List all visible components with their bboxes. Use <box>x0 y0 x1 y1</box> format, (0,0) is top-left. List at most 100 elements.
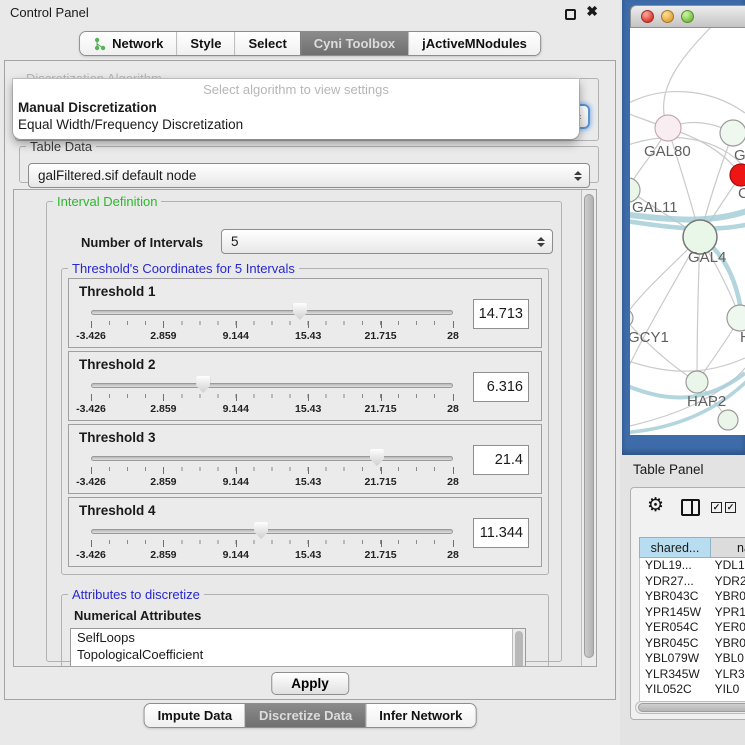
stepper-icon <box>537 237 545 247</box>
label-partial-h: H <box>740 329 745 346</box>
float-icon[interactable] <box>565 9 576 20</box>
node-partial-h[interactable] <box>727 305 745 331</box>
slider-thumb[interactable] <box>254 522 268 539</box>
table-row[interactable]: YLR345WYLR3 <box>640 667 745 683</box>
table-row[interactable]: YDR27...YDR2 <box>640 574 745 590</box>
table-body: YDL19...YDL1YDR27...YDR2YBR043CYBR0YPR14… <box>639 558 745 701</box>
slider-track[interactable] <box>91 310 453 315</box>
attributes-scrollbar[interactable] <box>512 629 525 667</box>
split-view-icon[interactable] <box>681 499 700 516</box>
slider-track[interactable] <box>91 529 453 534</box>
table-cell: YER054C <box>640 620 712 636</box>
tab-label: Infer Network <box>379 708 462 723</box>
threshold-value-field[interactable]: 14.713 <box>473 299 529 329</box>
node-partial-top[interactable] <box>720 120 745 146</box>
node-hap2[interactable] <box>686 371 708 393</box>
table-cell: YER0 <box>712 620 745 636</box>
table-cell: YPR145W <box>640 605 712 621</box>
column-header-name[interactable]: name <box>711 537 745 558</box>
tab-discretize-data[interactable]: Discretize Data <box>245 704 365 727</box>
slider-thumb[interactable] <box>293 303 307 320</box>
table-cell: YBL0 <box>712 651 745 667</box>
slider-track[interactable] <box>91 456 453 461</box>
interval-definition-title: Interval Definition <box>53 194 161 209</box>
bottom-tab-bar: Impute DataDiscretize Data Infer Network <box>144 703 477 728</box>
dropdown-option-manual[interactable]: Manual Discretization <box>13 99 579 116</box>
checkbox-icon[interactable]: ✓ <box>711 502 722 513</box>
scrollbar-thumb[interactable] <box>584 194 594 658</box>
threshold-panel: Threshold 1 -3.4262.8599.14415.4321.7152… <box>68 278 542 348</box>
node-selected-red[interactable] <box>730 164 745 186</box>
attribute-list-item[interactable]: TopologicalCoefficient <box>71 646 525 663</box>
table-cell: YIL0 <box>712 682 745 698</box>
table-row[interactable]: YPR145WYPR1 <box>640 605 745 621</box>
gear-icon[interactable]: ⚙ <box>647 496 664 515</box>
node-gcy1[interactable] <box>630 309 633 327</box>
close-traffic-light-icon[interactable] <box>641 10 654 23</box>
dropdown-option-equal-width[interactable]: Equal Width/Frequency Discretization <box>13 116 579 133</box>
panel-title: Control Panel <box>10 5 89 20</box>
table-row[interactable]: YBR043CYBR0 <box>640 589 745 605</box>
tab-infer-network[interactable]: Infer Network <box>365 704 475 727</box>
tab-cyni-toolbox[interactable]: Cyni Toolbox <box>300 32 408 55</box>
table-row[interactable]: YIL052CYIL0 <box>640 682 745 698</box>
threshold-value-field[interactable]: 11.344 <box>473 518 529 548</box>
vertical-scrollbar[interactable] <box>581 190 596 666</box>
label-gal80: GAL80 <box>644 143 691 160</box>
minimize-traffic-light-icon[interactable] <box>661 10 674 23</box>
scrollbar-thumb[interactable] <box>515 631 523 667</box>
checkbox-icon[interactable]: ✓ <box>725 502 736 513</box>
algorithm-dropdown-popup: Select algorithm to view settings Manual… <box>13 79 579 139</box>
threshold-panel: Threshold 4 -3.4262.8599.14415.4321.7152… <box>68 497 542 567</box>
numerical-attributes-label: Numerical Attributes <box>74 608 201 623</box>
scrollbar-thumb[interactable] <box>638 703 745 712</box>
table-panel-title: Table Panel <box>633 462 704 477</box>
apply-button[interactable]: Apply <box>271 672 349 695</box>
attribute-list-item[interactable]: SelfLoops <box>71 629 525 646</box>
table-row[interactable]: YBR045CYBR0 <box>640 636 745 652</box>
tab-impute-data[interactable]: Impute Data <box>145 704 245 727</box>
label-gcy1: GCY1 <box>630 329 669 346</box>
slider-ticks <box>91 540 453 548</box>
screenshot-root: Control Panel ✖ Network StyleSelectCyni T… <box>0 0 745 745</box>
tab-network[interactable]: Network <box>80 32 176 55</box>
network-window-titlebar[interactable] <box>630 5 745 28</box>
node-partial-bottom[interactable] <box>718 410 738 430</box>
table-panel: ⚙ ✓ ✓ shared... name YDL19...YDL1YDR27..… <box>630 487 745 720</box>
table-row[interactable]: YDL19...YDL1 <box>640 558 745 574</box>
thresholds-group-title: Threshold's Coordinates for 5 Intervals <box>68 261 299 276</box>
network-canvas[interactable]: GAL80 GA C GAL11 GAL4 GCY1 H HAP2 <box>630 28 745 435</box>
table-cell: YDL1 <box>712 558 745 574</box>
attribute-list-item[interactable]: BetweennessCentrality <box>71 663 525 667</box>
table-header: shared... name <box>639 537 745 558</box>
slider-thumb[interactable] <box>370 449 384 466</box>
close-icon[interactable]: ✖ <box>586 3 598 20</box>
cyni-toolbox-panel: Discretization Algorithm Select algorith… <box>4 60 616 700</box>
tab-style[interactable]: Style <box>176 32 234 55</box>
slider-thumb[interactable] <box>196 376 210 393</box>
slider-ticks <box>91 394 453 402</box>
tab-label: Network <box>112 36 163 51</box>
threshold-value-field[interactable]: 6.316 <box>473 372 529 402</box>
node-gal80[interactable] <box>655 115 681 141</box>
tab-select[interactable]: Select <box>234 32 299 55</box>
column-header-shared[interactable]: shared... <box>639 537 711 558</box>
zoom-traffic-light-icon[interactable] <box>681 10 694 23</box>
table-data-value: galFiltered.sif default node <box>38 168 196 183</box>
table-data-combobox[interactable]: galFiltered.sif default node <box>28 163 590 188</box>
table-cell: YLR3 <box>712 667 745 683</box>
numerical-attributes-list: SelfLoopsTopologicalCoefficientBetweenne… <box>70 628 526 667</box>
stepper-icon <box>574 171 582 181</box>
label-gal4: GAL4 <box>688 249 726 266</box>
table-row[interactable]: YER054CYER0 <box>640 620 745 636</box>
num-intervals-combobox[interactable]: 5 <box>221 229 553 254</box>
slider-track[interactable] <box>91 383 453 388</box>
network-labels: GAL80 GA C GAL11 GAL4 GCY1 H HAP2 <box>630 143 745 410</box>
horizontal-scrollbar[interactable] <box>635 701 745 714</box>
control-panel-window: Control Panel ✖ Network StyleSelectCyni T… <box>0 0 620 745</box>
tab-jactivemnodules[interactable]: jActiveMNodules <box>408 32 540 55</box>
attributes-group-title: Attributes to discretize <box>68 587 204 602</box>
table-row[interactable]: YBL079WYBL0 <box>640 651 745 667</box>
threshold-value-field[interactable]: 21.4 <box>473 445 529 475</box>
slider-ticks <box>91 467 453 475</box>
